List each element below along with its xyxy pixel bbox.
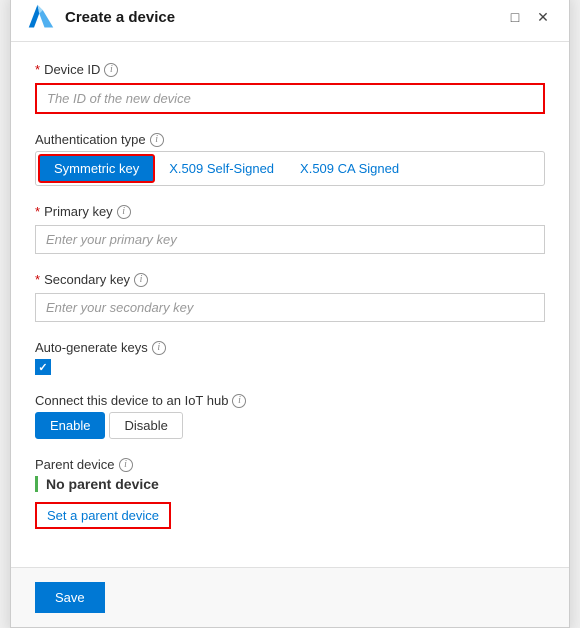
save-button[interactable]: Save [35, 582, 105, 613]
primary-key-label: * Primary key i [35, 204, 545, 219]
auth-x509-self-button[interactable]: X.509 Self-Signed [157, 157, 286, 180]
auto-generate-info-icon[interactable]: i [152, 341, 166, 355]
device-id-group: * Device ID i [35, 62, 545, 114]
auth-type-group: Authentication type i Symmetric key X.50… [35, 132, 545, 186]
auth-type-info-icon[interactable]: i [150, 133, 164, 147]
auth-type-label: Authentication type i [35, 132, 545, 147]
primary-key-info-icon[interactable]: i [117, 205, 131, 219]
parent-device-label: Parent device i [35, 457, 545, 472]
required-star: * [35, 62, 40, 77]
auto-generate-checkbox-row [35, 359, 545, 375]
parent-device-value-container: No parent device [35, 476, 545, 492]
azure-logo-icon [27, 3, 55, 31]
iot-connect-label-text: Connect this device to an IoT hub [35, 393, 228, 408]
primary-key-group: * Primary key i [35, 204, 545, 254]
iot-disable-button[interactable]: Disable [109, 412, 182, 439]
dialog-body: * Device ID i Authentication type i Symm… [11, 42, 569, 567]
parent-device-info-icon[interactable]: i [119, 458, 133, 472]
parent-device-value: No parent device [46, 476, 545, 492]
primary-key-label-text: Primary key [44, 204, 113, 219]
device-id-info-icon[interactable]: i [104, 63, 118, 77]
dialog-controls: □ ✕ [505, 7, 553, 27]
minimize-button[interactable]: □ [505, 7, 525, 27]
parent-device-label-text: Parent device [35, 457, 115, 472]
device-id-label-text: Device ID [44, 62, 100, 77]
secondary-key-info-icon[interactable]: i [134, 273, 148, 287]
iot-connect-toggle: Enable Disable [35, 412, 545, 439]
auth-type-label-text: Authentication type [35, 132, 146, 147]
auto-generate-group: Auto-generate keys i [35, 340, 545, 375]
secondary-key-required-star: * [35, 272, 40, 287]
secondary-key-group: * Secondary key i [35, 272, 545, 322]
iot-enable-button[interactable]: Enable [35, 412, 105, 439]
set-parent-device-button[interactable]: Set a parent device [35, 502, 171, 529]
create-device-dialog: Create a device □ ✕ * Device ID i Authen… [10, 0, 570, 628]
primary-key-required-star: * [35, 204, 40, 219]
iot-connect-group: Connect this device to an IoT hub i Enab… [35, 393, 545, 439]
dialog-header: Create a device □ ✕ [11, 0, 569, 42]
auto-generate-checkbox[interactable] [35, 359, 51, 375]
auto-generate-label: Auto-generate keys i [35, 340, 545, 355]
auth-type-selector: Symmetric key X.509 Self-Signed X.509 CA… [35, 151, 545, 186]
auth-symmetric-key-button[interactable]: Symmetric key [38, 154, 155, 183]
iot-connect-label: Connect this device to an IoT hub i [35, 393, 545, 408]
close-button[interactable]: ✕ [533, 7, 553, 27]
auto-generate-label-text: Auto-generate keys [35, 340, 148, 355]
secondary-key-label: * Secondary key i [35, 272, 545, 287]
auth-x509-ca-button[interactable]: X.509 CA Signed [288, 157, 411, 180]
secondary-key-input[interactable] [35, 293, 545, 322]
device-id-label: * Device ID i [35, 62, 545, 77]
primary-key-input[interactable] [35, 225, 545, 254]
dialog-title: Create a device [65, 9, 505, 26]
dialog-footer: Save [11, 567, 569, 627]
secondary-key-label-text: Secondary key [44, 272, 130, 287]
iot-connect-info-icon[interactable]: i [232, 394, 246, 408]
device-id-input[interactable] [35, 83, 545, 114]
parent-device-group: Parent device i No parent device Set a p… [35, 457, 545, 529]
